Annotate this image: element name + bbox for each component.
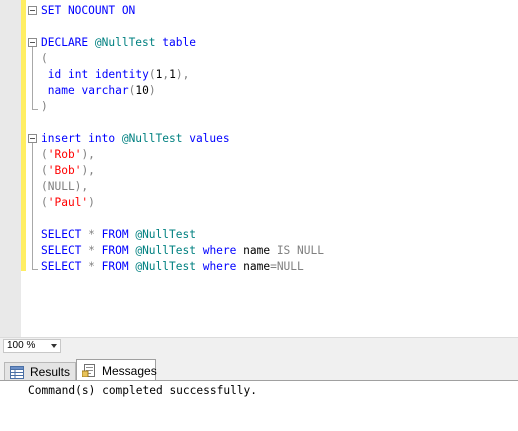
code-token: ( [41, 164, 48, 177]
code-token: SELECT [41, 244, 89, 257]
code-token: @NullTest [135, 228, 196, 241]
code-token: SELECT [41, 260, 89, 273]
zoom-dropdown[interactable]: 100 % [3, 339, 61, 353]
code-token: @NullTest [135, 260, 196, 273]
code-token: 1 [169, 68, 176, 81]
code-token: insert into [41, 132, 122, 145]
collapse-icon[interactable] [28, 134, 37, 143]
code-token: @NullTest [121, 132, 183, 145]
editor-left-margin [0, 0, 21, 337]
code-token: name [236, 260, 271, 273]
code-line[interactable]: SELECT * FROM @NullTest where name=NULL [41, 259, 518, 275]
code-token: DECLARE [41, 36, 95, 49]
code-line[interactable]: name varchar(10) [41, 83, 518, 99]
zoom-bar: 100 % [0, 337, 518, 354]
code-line[interactable]: insert into @NullTest values [41, 131, 518, 147]
code-token: ) [88, 196, 95, 209]
code-line[interactable]: DECLARE @NullTest table [41, 35, 518, 51]
code-token: 'Paul' [47, 196, 89, 209]
code-token: FROM [101, 228, 136, 241]
code-token: ), [81, 148, 95, 161]
code-token: * [88, 260, 102, 273]
code-token: @NullTest [135, 244, 196, 257]
code-token: ( [41, 52, 48, 65]
code-token: ) [41, 100, 48, 113]
code-token: ( [148, 68, 156, 81]
code-token: * [88, 228, 102, 241]
code-token: identity [94, 68, 149, 81]
code-line[interactable]: ('Paul') [41, 195, 518, 211]
code-line[interactable]: ( [41, 51, 518, 67]
code-token: @NullTest [94, 36, 156, 49]
code-token: where [202, 244, 237, 257]
outline-guide-line [32, 143, 33, 269]
code-token: =NULL [270, 260, 304, 273]
horizontal-scrollbar[interactable] [64, 341, 514, 351]
outline-guide-end [32, 269, 38, 270]
outline-guide-end [32, 109, 38, 110]
code-line[interactable]: (NULL), [41, 179, 518, 195]
code-token: * [88, 244, 102, 257]
code-token: ), [81, 164, 95, 177]
code-token: table [162, 36, 196, 49]
code-token: name [236, 244, 277, 257]
code-token: name [47, 84, 75, 97]
code-token: SET NOCOUNT ON [41, 4, 136, 17]
code-line[interactable] [41, 19, 518, 35]
code-line[interactable]: ) [41, 99, 518, 115]
code-token: (NULL), [41, 180, 89, 193]
code-token: varchar [81, 84, 129, 97]
code-token: 'Bob' [47, 164, 82, 177]
code-token: FROM [101, 260, 136, 273]
messages-pane[interactable]: Command(s) completed successfully. [0, 380, 518, 431]
status-message: Command(s) completed successfully. [28, 384, 258, 397]
outline-column [26, 0, 40, 337]
tab-messages[interactable]: Messages [76, 359, 157, 381]
code-text[interactable]: SET NOCOUNT ON DECLARE @NullTest table( i… [41, 3, 518, 275]
code-token: where [202, 260, 237, 273]
code-token: FROM [101, 244, 136, 257]
query-editor[interactable]: SET NOCOUNT ON DECLARE @NullTest table( i… [0, 0, 518, 337]
tab-results[interactable]: Results [4, 362, 76, 380]
code-line[interactable]: id int identity(1,1), [41, 67, 518, 83]
tab-results-label: Results [30, 365, 71, 379]
code-token: 10 [135, 84, 149, 97]
code-line[interactable]: SET NOCOUNT ON [41, 3, 518, 19]
code-line[interactable] [41, 115, 518, 131]
code-token: int [67, 68, 89, 81]
grid-icon [10, 366, 24, 379]
code-token: ), [175, 68, 190, 81]
code-line[interactable]: SELECT * FROM @NullTest where name IS NU… [41, 243, 518, 259]
code-token: ( [41, 148, 48, 161]
collapse-icon[interactable] [28, 38, 37, 47]
code-line[interactable] [41, 211, 518, 227]
code-token: values [189, 132, 230, 145]
outline-guide-line [32, 47, 33, 109]
messages-icon [82, 364, 95, 377]
code-line[interactable]: SELECT * FROM @NullTest [41, 227, 518, 243]
code-token: SELECT [41, 228, 89, 241]
zoom-value: 100 % [7, 340, 36, 351]
code-token: IS NULL [276, 244, 324, 257]
code-token: ) [148, 84, 156, 97]
results-tab-strip: Results Messages [0, 354, 518, 381]
tab-messages-label: Messages [102, 364, 157, 378]
code-token: ( [41, 196, 48, 209]
dropdown-arrow-icon[interactable] [51, 344, 57, 348]
collapse-icon[interactable] [28, 6, 37, 15]
code-token: id [47, 68, 62, 81]
code-line[interactable]: ('Bob'), [41, 163, 518, 179]
code-line[interactable]: ('Rob'), [41, 147, 518, 163]
code-token: 'Rob' [47, 148, 82, 161]
